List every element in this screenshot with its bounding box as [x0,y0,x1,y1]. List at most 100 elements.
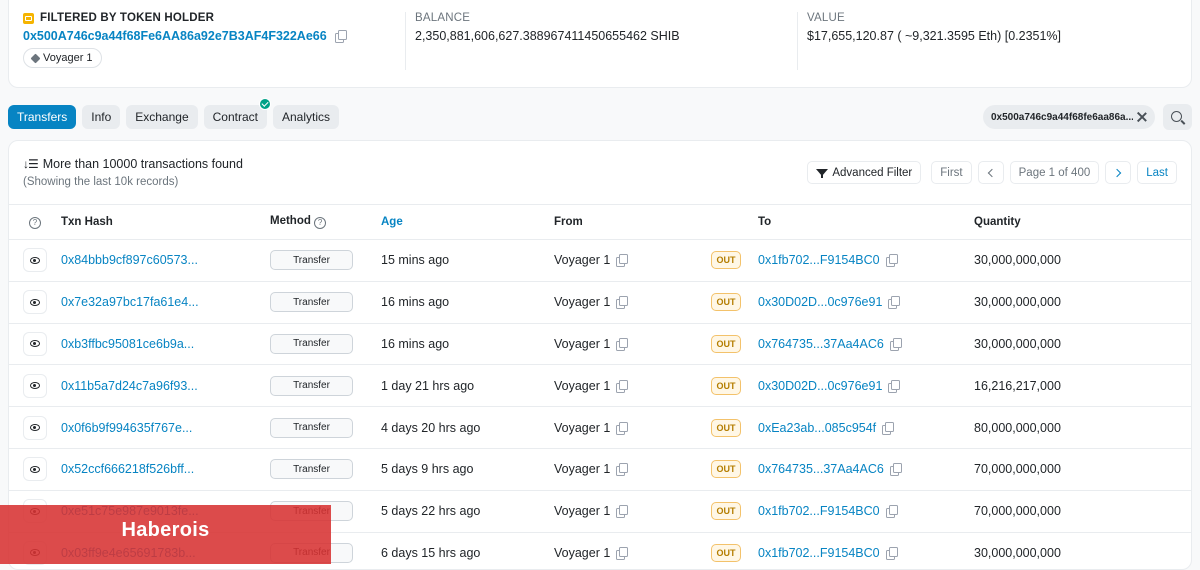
to-address-link[interactable]: 0x30D02D...0c976e91 [758,295,882,309]
sort-icon[interactable]: ↓☰ [23,157,39,171]
divider [797,12,798,70]
tag-icon [30,53,41,63]
table-row: 0x52ccf666218f526bff... Transfer 5 days … [9,448,1191,491]
txn-hash-link[interactable]: 0x84bbb9cf897c60573... [61,253,198,267]
copy-icon[interactable] [882,421,895,435]
table-header-row: ? Txn Hash Method ? Age From To Quantity [9,204,1191,240]
holder-name-tag[interactable]: Voyager 1 [23,48,102,68]
search-icon [1171,110,1182,122]
copy-icon[interactable] [616,421,629,435]
close-icon[interactable] [1137,112,1147,122]
age-cell: 16 mins ago [381,281,554,324]
address-filter-pill[interactable]: 0x500a746c9a44f68fe6aa86a... [983,105,1155,129]
method-badge: Transfer [270,333,353,354]
to-address-link[interactable]: 0x1fb702...F9154BC0 [758,253,880,267]
from-name[interactable]: Voyager 1 [554,546,610,560]
txn-hash-link[interactable]: 0xb3ffbc95081ce6b9a... [61,337,194,351]
value-label: VALUE [807,12,845,24]
from-name[interactable]: Voyager 1 [554,253,610,267]
direction-badge: OUT [711,251,741,270]
view-details-button[interactable] [23,331,47,356]
copy-icon[interactable] [889,463,902,477]
to-address-link[interactable]: 0x1fb702...F9154BC0 [758,546,880,560]
copy-icon[interactable] [616,254,629,268]
copy-icon[interactable] [885,505,898,519]
tab-exchange[interactable]: Exchange [126,105,198,129]
tab-contract[interactable]: Contract [203,98,271,129]
filter-label: FILTERED BY TOKEN HOLDER [23,12,403,24]
balance-label: BALANCE [415,12,471,24]
method-badge: Transfer [270,417,353,438]
copy-icon[interactable] [616,337,629,351]
watermark-banner: Haberois [0,505,331,564]
verified-check-icon [258,98,271,110]
view-details-button[interactable] [23,290,47,315]
last-page-button[interactable]: Last [1137,161,1177,184]
view-details-button[interactable] [23,415,47,440]
help-icon[interactable]: ? [29,216,41,229]
to-address-link[interactable]: 0x30D02D...0c976e91 [758,379,882,393]
copy-icon[interactable] [888,379,901,393]
from-name[interactable]: Voyager 1 [554,337,610,351]
chevron-right-icon [1113,168,1122,177]
method-help-icon[interactable]: ? [314,216,327,229]
eye-icon [30,298,40,306]
view-details-button[interactable] [23,457,47,482]
copy-icon[interactable] [888,296,901,310]
balance-value: 2,350,881,606,627.388967411450655462 SHI… [415,29,680,43]
eye-icon [30,340,40,348]
copy-icon[interactable] [334,30,347,43]
filter-pill-text: 0x500a746c9a44f68fe6aa86a... [991,111,1133,123]
age-cell: 16 mins ago [381,323,554,366]
next-page-button[interactable] [1105,161,1132,184]
copy-icon[interactable] [616,463,629,477]
from-name[interactable]: Voyager 1 [554,421,610,435]
copy-icon[interactable] [889,337,902,351]
quantity-cell: 30,000,000,000 [974,239,1191,282]
tab-contract-label: Contract [212,110,258,124]
txn-hash-link[interactable]: 0x0f6b9f994635f767e... [61,421,192,435]
prev-page-button[interactable] [977,161,1004,184]
first-page-button[interactable]: First [931,161,972,184]
from-name[interactable]: Voyager 1 [554,462,610,476]
results-summary: ↓☰ More than 10000 transactions found (S… [23,157,243,188]
to-address-link[interactable]: 0xEa23ab...085c954f [758,421,876,435]
page-indicator: Page 1 of 400 [1009,161,1100,184]
tab-transfers[interactable]: Transfers [8,105,77,129]
from-name[interactable]: Voyager 1 [554,379,610,393]
copy-icon[interactable] [616,296,629,310]
view-details-button[interactable] [23,248,47,273]
copy-icon[interactable] [885,254,898,268]
advanced-filter-button[interactable]: Advanced Filter [807,161,922,184]
copy-icon[interactable] [616,505,629,519]
from-name[interactable]: Voyager 1 [554,295,610,309]
quantity-cell: 30,000,000,000 [974,323,1191,366]
eye-icon [30,465,40,473]
divider [405,12,406,70]
search-button[interactable] [1163,104,1192,130]
from-name[interactable]: Voyager 1 [554,504,610,518]
txn-hash-header: Txn Hash [61,204,270,240]
age-cell: 5 days 22 hrs ago [381,490,554,533]
txn-hash-link[interactable]: 0x7e32a97bc17fa61e4... [61,295,199,309]
method-badge: Transfer [270,292,353,313]
to-address-link[interactable]: 0x764735...37Aa4AC6 [758,462,884,476]
copy-icon[interactable] [885,546,898,560]
holder-address-link[interactable]: 0x500A746c9a44f68Fe6AA86a92e7B3AF4F322Ae… [23,29,327,43]
tab-analytics[interactable]: Analytics [272,105,340,129]
txn-hash-link[interactable]: 0x52ccf666218f526bff... [61,462,194,476]
to-address-link[interactable]: 0x764735...37Aa4AC6 [758,337,884,351]
age-header[interactable]: Age [381,204,554,240]
tab-info[interactable]: Info [82,105,121,129]
table-row: 0x11b5a7d24c7a96f93... Transfer 1 day 21… [9,364,1191,408]
txn-hash-link[interactable]: 0x11b5a7d24c7a96f93... [61,379,198,393]
filter-column: FILTERED BY TOKEN HOLDER 0x500A746c9a44f… [23,12,403,68]
copy-icon[interactable] [616,379,629,393]
results-title: More than 10000 transactions found [42,157,243,171]
view-details-button[interactable] [23,373,47,398]
quantity-cell: 30,000,000,000 [974,532,1191,569]
to-address-link[interactable]: 0x1fb702...F9154BC0 [758,504,880,518]
method-header: Method ? [270,204,381,240]
copy-icon[interactable] [616,546,629,560]
quantity-header: Quantity [974,204,1191,240]
